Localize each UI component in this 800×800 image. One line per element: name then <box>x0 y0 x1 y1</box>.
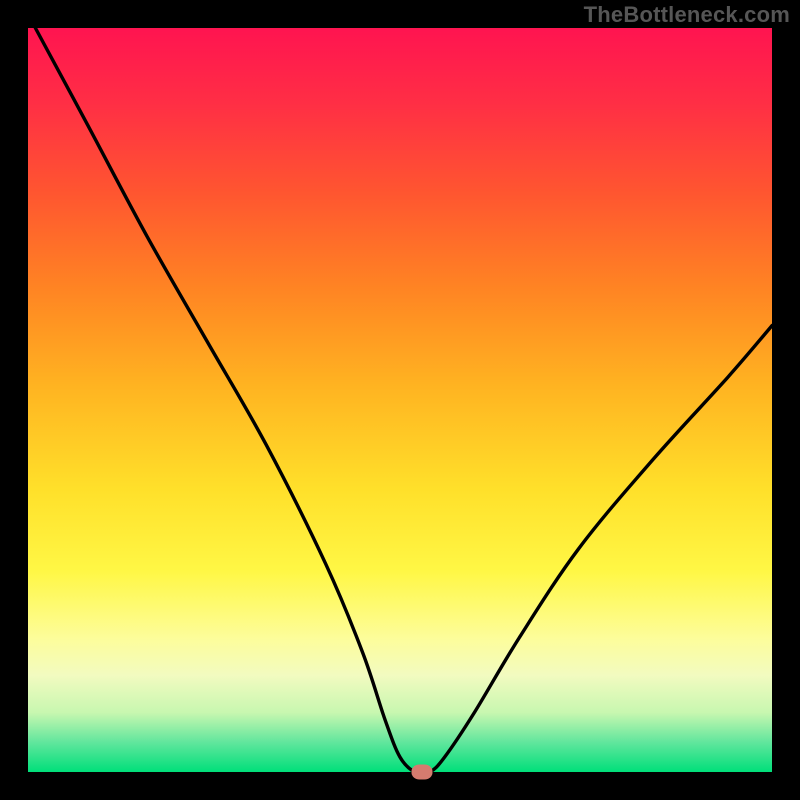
optimum-marker <box>412 765 433 780</box>
curve-layer <box>28 28 772 772</box>
chart-frame: TheBottleneck.com <box>0 0 800 800</box>
watermark-text: TheBottleneck.com <box>584 2 790 28</box>
plot-area <box>28 28 772 772</box>
bottleneck-curve-path <box>35 28 772 774</box>
